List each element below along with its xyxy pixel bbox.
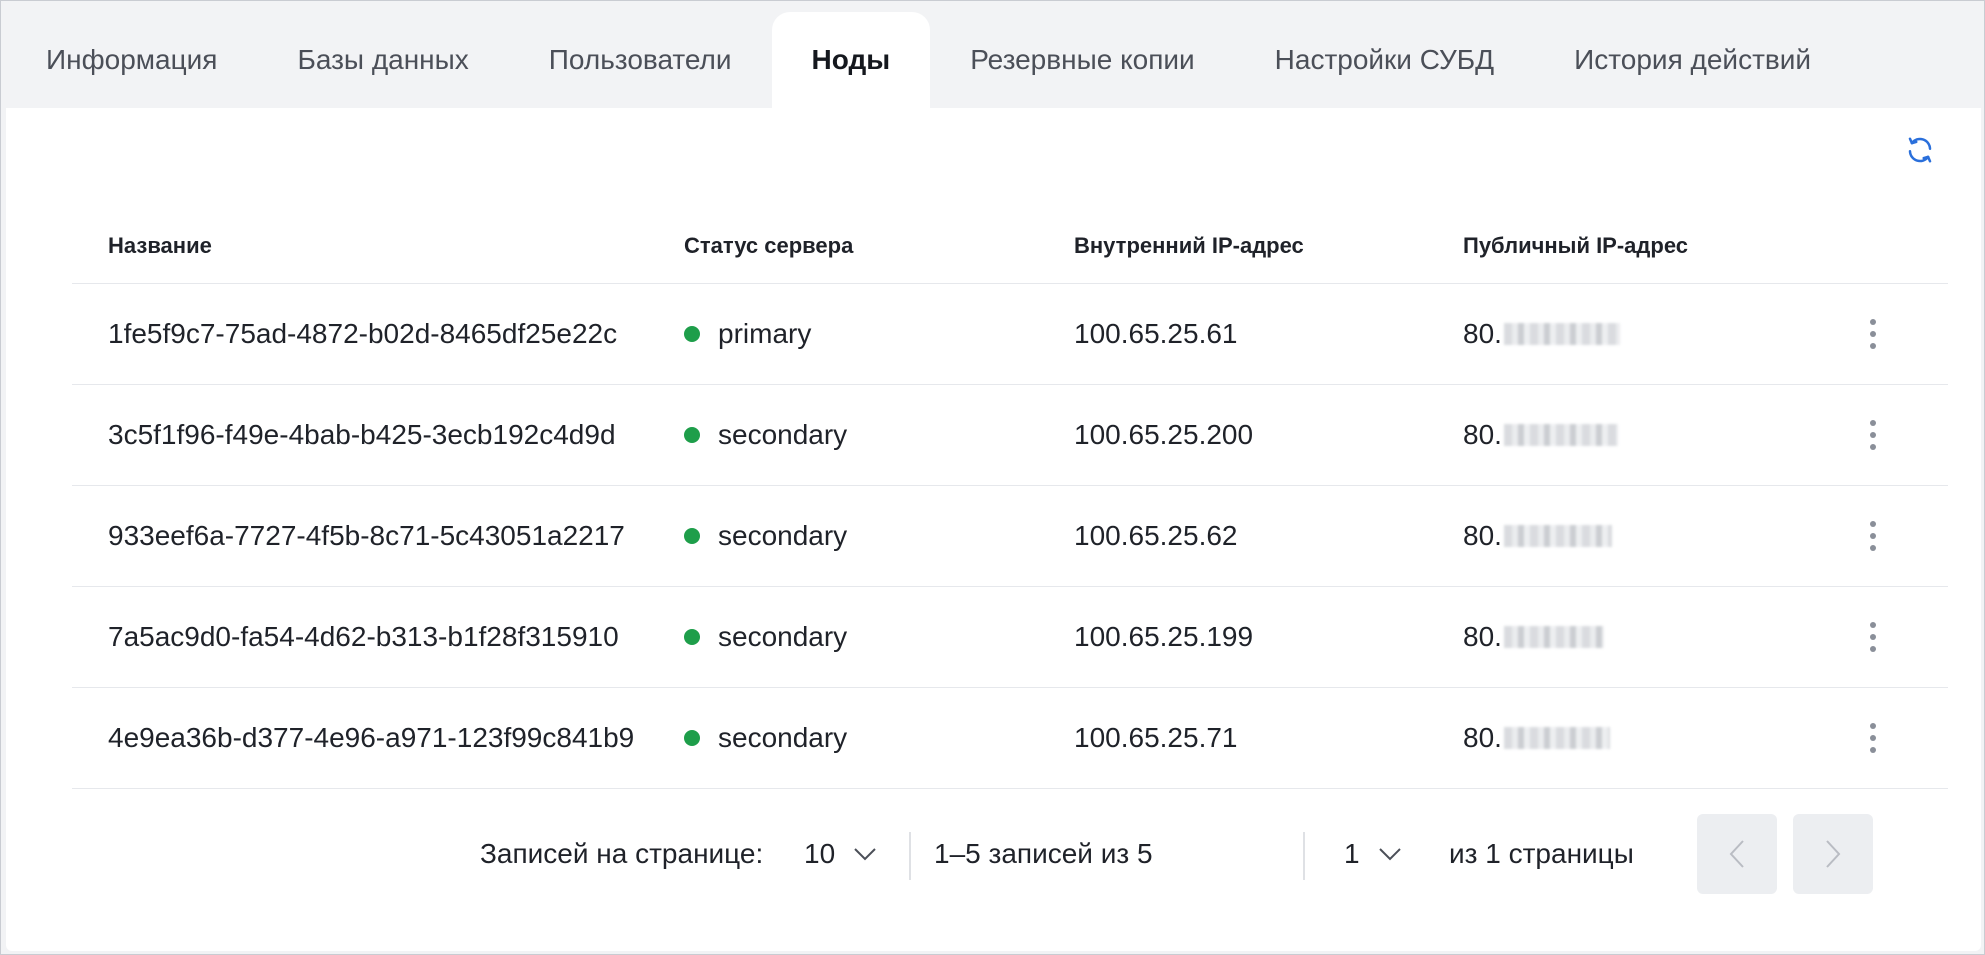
node-name: 933eef6a-7727-4f5b-8c71-5c43051a2217 <box>108 520 625 551</box>
refresh-icon <box>1908 137 1932 163</box>
table-row[interactable]: 1fe5f9c7-75ad-4872-b02d-8465df25e22c pri… <box>72 284 1948 385</box>
node-status: secondary <box>718 621 848 652</box>
header-internal-ip[interactable]: Внутренний IP-адрес <box>1074 233 1463 259</box>
pages-text: из 1 страницы <box>1449 838 1634 869</box>
redacted-ip <box>1503 323 1620 345</box>
status-dot-icon <box>684 629 700 645</box>
status-dot-icon <box>684 528 700 544</box>
prev-page-button[interactable] <box>1697 814 1777 894</box>
tab-nodes[interactable]: Ноды <box>771 12 931 108</box>
redacted-ip <box>1503 424 1618 446</box>
divider <box>909 832 911 880</box>
more-vertical-icon <box>1870 420 1876 450</box>
header-name[interactable]: Название <box>72 233 684 259</box>
redacted-ip <box>1503 626 1604 648</box>
per-page-value: 10 <box>804 838 836 869</box>
table-row[interactable]: 4e9ea36b-d377-4e96-a971-123f99c841b9 sec… <box>72 688 1948 789</box>
row-actions-button[interactable] <box>1813 319 1933 349</box>
nodes-panel: Название Статус сервера Внутренний IP-ад… <box>6 108 1981 951</box>
node-status: secondary <box>718 520 848 551</box>
node-name: 1fe5f9c7-75ad-4872-b02d-8465df25e22c <box>108 318 618 349</box>
table-row[interactable]: 3c5f1f96-f49e-4bab-b425-3ecb192c4d9d sec… <box>72 385 1948 486</box>
tab-databases[interactable]: Базы данных <box>257 12 508 108</box>
divider <box>1303 832 1305 880</box>
more-vertical-icon <box>1870 622 1876 652</box>
redacted-ip <box>1503 727 1610 749</box>
row-actions-button[interactable] <box>1813 521 1933 551</box>
status-dot-icon <box>684 326 700 342</box>
pagination: Записей на странице: 10 1–5 записей из 5… <box>6 814 1981 894</box>
chevron-right-icon <box>1826 840 1841 868</box>
row-actions-button[interactable] <box>1813 420 1933 450</box>
tab-info[interactable]: Информация <box>6 12 257 108</box>
node-public-ip: 80. <box>1463 722 1502 753</box>
node-internal-ip: 100.65.25.200 <box>1074 419 1254 450</box>
node-internal-ip: 100.65.25.62 <box>1074 520 1238 551</box>
node-status: secondary <box>718 419 848 450</box>
tab-users[interactable]: Пользователи <box>509 12 772 108</box>
node-public-ip: 80. <box>1463 318 1502 349</box>
status-dot-icon <box>684 427 700 443</box>
node-public-ip: 80. <box>1463 621 1502 652</box>
tab-backups[interactable]: Резервные копии <box>930 12 1234 108</box>
header-public-ip[interactable]: Публичный IP-адрес <box>1463 233 1813 259</box>
page-value: 1 <box>1344 838 1360 869</box>
tab-dbms-settings[interactable]: Настройки СУБД <box>1235 12 1535 108</box>
more-vertical-icon <box>1870 521 1876 551</box>
node-public-ip: 80. <box>1463 520 1502 551</box>
per-page-label: Записей на странице: <box>480 838 764 869</box>
app-frame: Информация Базы данных Пользователи Ноды… <box>0 0 1985 955</box>
header-status[interactable]: Статус сервера <box>684 233 1074 259</box>
range-text: 1–5 записей из 5 <box>934 838 1153 869</box>
table-row[interactable]: 7a5ac9d0-fa54-4d62-b313-b1f28f315910 sec… <box>72 587 1948 688</box>
node-name: 7a5ac9d0-fa54-4d62-b313-b1f28f315910 <box>108 621 619 652</box>
node-internal-ip: 100.65.25.71 <box>1074 722 1238 753</box>
node-internal-ip: 100.65.25.199 <box>1074 621 1254 652</box>
row-actions-button[interactable] <box>1813 622 1933 652</box>
more-vertical-icon <box>1870 723 1876 753</box>
per-page-select[interactable]: 10 <box>804 838 877 870</box>
redacted-ip <box>1503 525 1612 547</box>
chevron-left-icon <box>1729 840 1744 868</box>
node-status: secondary <box>718 722 848 753</box>
tab-bar: Информация Базы данных Пользователи Ноды… <box>6 12 1979 108</box>
table-header: Название Статус сервера Внутренний IP-ад… <box>72 208 1948 284</box>
node-status: primary <box>718 318 812 349</box>
node-public-ip: 80. <box>1463 419 1502 450</box>
row-actions-button[interactable] <box>1813 723 1933 753</box>
node-name: 4e9ea36b-d377-4e96-a971-123f99c841b9 <box>108 722 635 753</box>
nodes-table: Название Статус сервера Внутренний IP-ад… <box>72 208 1948 789</box>
table-row[interactable]: 933eef6a-7727-4f5b-8c71-5c43051a2217 sec… <box>72 486 1948 587</box>
page-select[interactable]: 1 <box>1344 838 1402 870</box>
node-name: 3c5f1f96-f49e-4bab-b425-3ecb192c4d9d <box>108 419 616 450</box>
node-internal-ip: 100.65.25.61 <box>1074 318 1238 349</box>
more-vertical-icon <box>1870 319 1876 349</box>
chevron-down-icon <box>854 848 876 861</box>
tab-action-history[interactable]: История действий <box>1534 12 1851 108</box>
refresh-button[interactable] <box>1902 132 1938 168</box>
chevron-down-icon <box>1378 848 1401 861</box>
next-page-button[interactable] <box>1793 814 1873 894</box>
status-dot-icon <box>684 730 700 746</box>
